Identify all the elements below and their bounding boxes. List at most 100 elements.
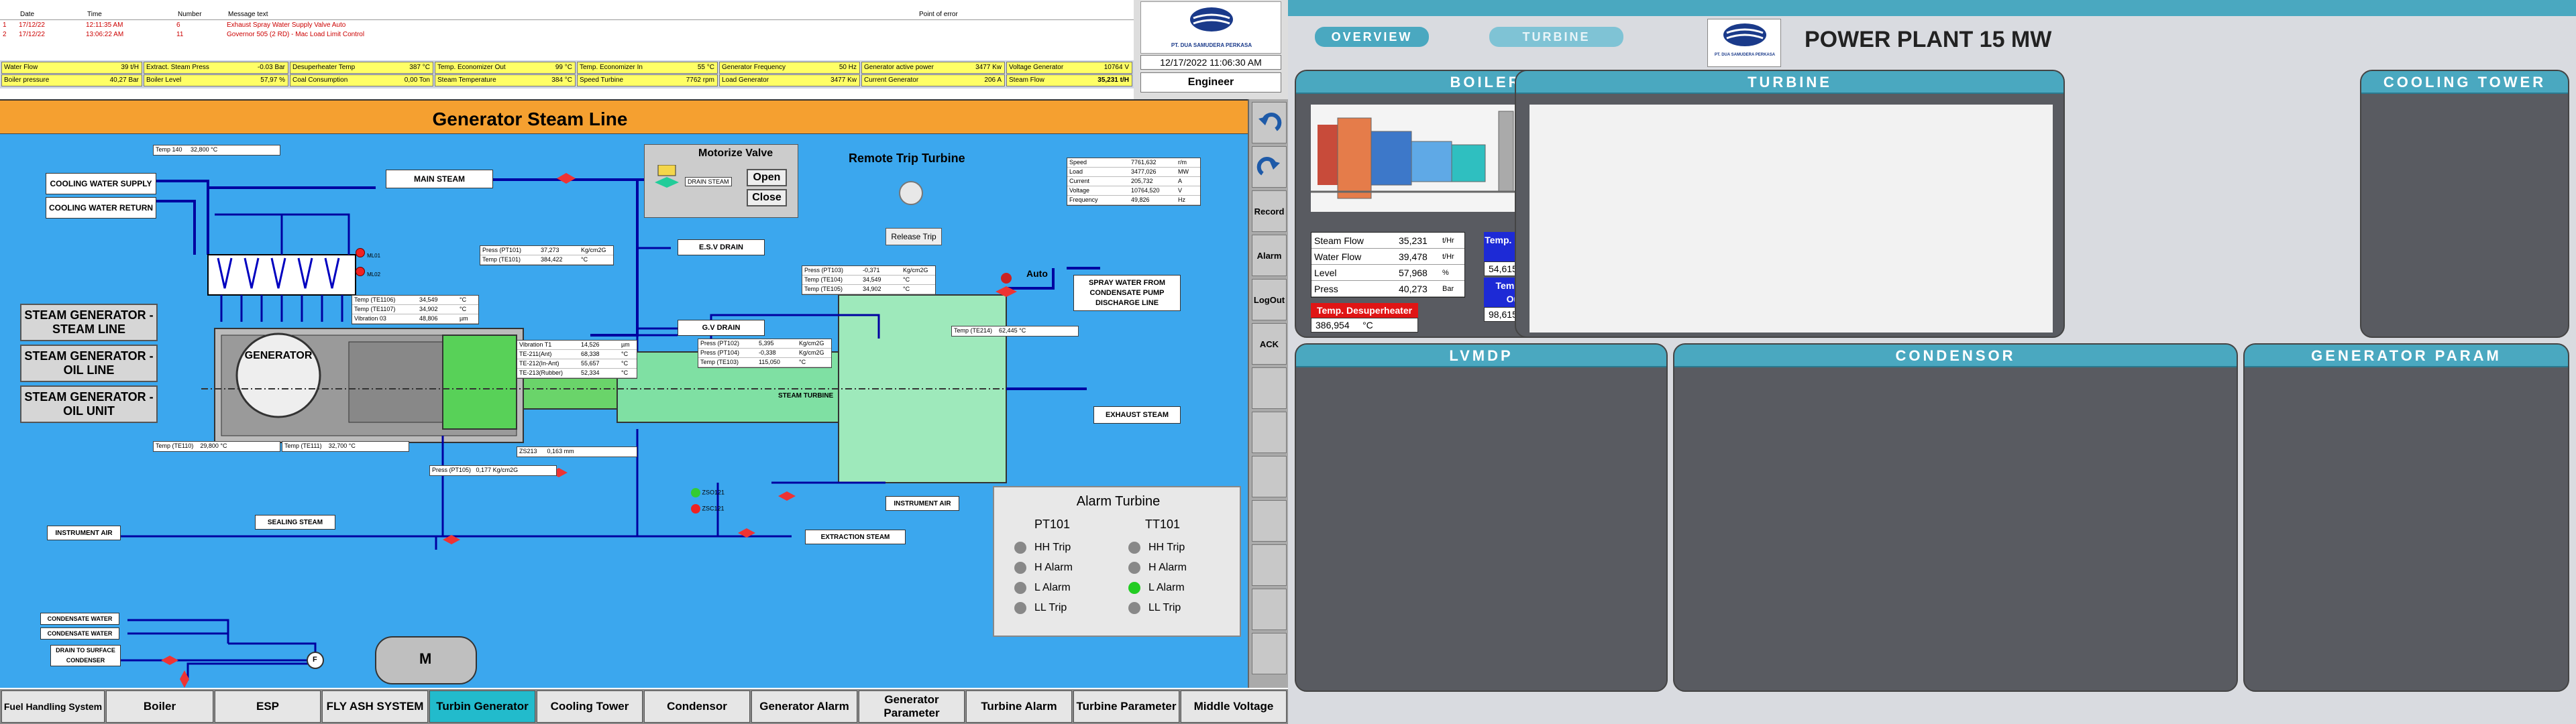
header-panel: PT. DUA SAMUDERA PERKASA 12/17/2022 11:0… <box>1134 0 1288 101</box>
side-blank-4[interactable] <box>1252 500 1287 542</box>
pt-alarm-list: HH Trip H Alarm L Alarm LL Trip <box>1014 538 1073 618</box>
nav-generator-parameter[interactable]: Generator Parameter <box>859 690 965 723</box>
alarm-row[interactable]: 2 17/12/22 13:06:22 AM 11 Governor 505 (2 RD… <box>0 31 629 39</box>
nav-esp[interactable]: ESP <box>215 690 321 723</box>
boiler-diagram <box>1311 105 1539 212</box>
ml02-indicator: ML02 <box>356 267 396 278</box>
steam-generator-oil-line-button[interactable]: STEAM GENERATOR - OIL LINE <box>20 345 158 382</box>
alarm-idx: 2 <box>3 31 7 38</box>
nav-turbine-parameter[interactable]: Turbine Parameter <box>1073 690 1179 723</box>
side-blank-5[interactable] <box>1252 544 1287 586</box>
pt102-table: Press (PT102) 5,395 Kg/cm2G Press (PT104) -… <box>698 339 832 368</box>
status-steam-temp: Steam Temperature 384 °C <box>435 74 576 86</box>
status-water-flow: Water Flow 39 t/H <box>1 62 142 74</box>
pt103-row: Temp (TE104) 34,549 °C <box>802 276 935 285</box>
generator-params-table: Speed 7761,632 r/m Load 3477,026 MW Current 2… <box>1067 158 1201 206</box>
zs213-readout: ZS213 0,163 mm <box>517 446 637 457</box>
motorize-valve-title: Motorize Valve <box>698 147 773 159</box>
alarm-col-number: Number <box>178 11 202 18</box>
steam-generator-oil-unit-button[interactable]: STEAM GENERATOR - OIL UNIT <box>20 385 158 423</box>
param-row: Frequency 49,826 Hz <box>1067 196 1200 205</box>
tab-overview[interactable]: OVERVIEW <box>1315 27 1429 47</box>
status-steam-flow: Boiler pressure 40,27 Bar <box>1 74 142 86</box>
te214-readout: Temp (TE214) 62,445 °C <box>951 326 1079 337</box>
status-speed: Speed Turbine 7762 rpm <box>577 74 718 86</box>
logout-button[interactable]: LogOut <box>1252 279 1287 320</box>
nav-middle-voltage[interactable]: Middle Voltage <box>1181 690 1287 723</box>
status-desup-temp: Desuperheater Temp 387 °C <box>290 62 433 74</box>
te101-row: Temp (TE101) 384,422 °C <box>480 255 613 265</box>
ack-button[interactable]: ACK <box>1252 323 1287 365</box>
alarm-turbine-title: Alarm Turbine <box>1076 494 1161 509</box>
exhaust-steam-label: EXHAUST STEAM <box>1093 406 1181 424</box>
turbine-panel: TURBINE <box>1515 70 2065 338</box>
tab-turbine[interactable]: TURBINE <box>1489 27 1623 47</box>
logo-icon <box>1723 23 1766 46</box>
pt-h-alarm: H Alarm <box>1014 558 1073 578</box>
lvmdp-panel: LVMDP <box>1295 343 1668 692</box>
steam-turbine-label: STEAM TURBINE <box>778 392 834 400</box>
tt-hh-trip: HH Trip <box>1128 538 1187 558</box>
pt102-row: Press (PT102) 5,395 Kg/cm2G <box>698 339 831 349</box>
boiler-row: Steam Flow 35,231 t/Hr <box>1311 233 1464 249</box>
pt101-header: PT101 <box>1034 518 1071 531</box>
nav-boiler[interactable]: Boiler <box>106 690 213 723</box>
desup-label: Temp. Desuperheater <box>1311 303 1418 318</box>
nav-turbin-generator[interactable]: Turbin Generator <box>429 690 535 723</box>
nav-fly-ash[interactable]: FLY ASH SYSTEM <box>322 690 428 723</box>
nav-generator-alarm[interactable]: Generator Alarm <box>751 690 857 723</box>
zso121-indicator: ZSO121 <box>691 488 724 497</box>
condensate-water-label-2: CONDENSATE WATER <box>40 627 119 640</box>
motorize-valve-panel: Motorize Valve DRAIN STEAM Open Close <box>644 144 798 218</box>
release-trip-button[interactable]: Release Trip <box>885 228 942 245</box>
instrument-air-label: INSTRUMENT AIR <box>47 526 121 540</box>
pt-l-alarm: L Alarm <box>1014 578 1073 598</box>
nav-cooling-tower[interactable]: Cooling Tower <box>537 690 643 723</box>
steam-line-diagram: COOLING WATER SUPPLY COOLING WATER RETUR… <box>0 134 1248 688</box>
alarm-col-message: Message text <box>228 11 268 18</box>
param-row: Load 3477,026 MW <box>1067 168 1200 177</box>
user-display[interactable]: Engineer <box>1140 72 1281 93</box>
steam-generator-steam-line-button[interactable]: STEAM GENERATOR - STEAM LINE <box>20 304 158 341</box>
redo-button[interactable] <box>1252 146 1287 188</box>
turbine-title: TURBINE <box>1516 71 2063 94</box>
boiler-row: Level 57,968% <box>1311 265 1464 281</box>
close-button[interactable]: Close <box>747 189 787 206</box>
alarm-row[interactable]: 1 17/12/22 12:11:35 AM 6 Exhaust Spray Water… <box>0 21 629 29</box>
side-blank-3[interactable] <box>1252 456 1287 497</box>
side-blank-7[interactable] <box>1252 633 1287 674</box>
nav-fuel-handling[interactable]: Fuel Handling System <box>1 690 105 723</box>
alarm-turbine-panel: Alarm Turbine PT101 TT101 HH Trip H Alar… <box>993 486 1241 637</box>
alarm-header-row: Date Time Number Message text Point of e… <box>0 0 1134 20</box>
status-gen-power: Generator active power 3477 Kw <box>861 62 1005 74</box>
auto-label: Auto <box>1026 268 1048 279</box>
company-logo-right: PT. DUA SAMUDERA PERKASA <box>1707 19 1781 67</box>
record-button[interactable]: Record <box>1252 190 1287 232</box>
spray-valve-icon[interactable] <box>993 272 1020 298</box>
side-toolbar: Record Alarm LogOut ACK <box>1248 99 1288 688</box>
param-row: Current 205,732 A <box>1067 177 1200 186</box>
temp140-readout: Temp 140 32,800 °C <box>153 145 280 156</box>
nav-turbine-alarm[interactable]: Turbine Alarm <box>966 690 1072 723</box>
zsc121-indicator: ZSC121 <box>691 504 724 514</box>
status-gen-freq: Generator Frequency 50 Hz <box>719 62 860 74</box>
alarm-button[interactable]: Alarm <box>1252 235 1287 276</box>
lvmdp-title: LVMDP <box>1296 345 1666 367</box>
boiler-readings: Steam Flow 35,231 t/Hr Water Flow 39,478 t/H… <box>1311 232 1465 298</box>
side-blank-2[interactable] <box>1252 412 1287 453</box>
main-steam-label: MAIN STEAM <box>386 170 493 188</box>
side-blank-1[interactable] <box>1252 367 1287 409</box>
status-volt-gen: Voltage Generator 10764 V <box>1006 62 1132 74</box>
instrument-air-label-2: INSTRUMENT AIR <box>885 496 959 511</box>
spray-water-label: SPRAY WATER FROM CONDENSATE PUMP DISCHAR… <box>1073 275 1181 311</box>
drain-surface-label: DRAIN TO SURFACE CONDENSER <box>50 645 121 666</box>
nav-condensor[interactable]: Condensor <box>644 690 750 723</box>
side-blank-6[interactable] <box>1252 589 1287 630</box>
condensor-title: CONDENSOR <box>1674 345 2237 367</box>
open-button[interactable]: Open <box>747 169 787 186</box>
alarm-time: 12:11:35 AM <box>86 21 123 29</box>
status-current: Current Generator 206 A <box>861 74 1005 86</box>
status-boiler-level: Boiler Level 57,97 % <box>144 74 288 86</box>
pt102-row: Temp (TE103) 115,050 °C <box>698 358 831 367</box>
undo-button[interactable] <box>1252 102 1287 143</box>
